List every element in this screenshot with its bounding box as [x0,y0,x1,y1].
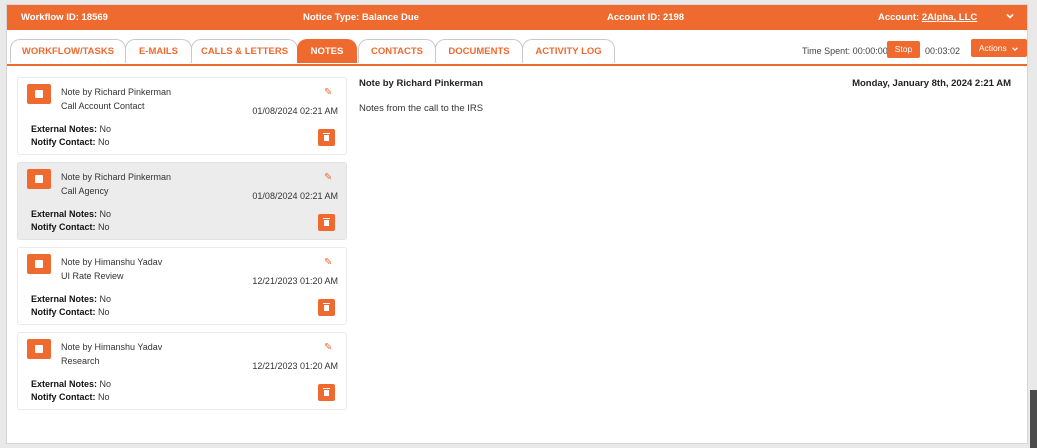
external-notes-label: External Notes: [31,124,98,134]
notify-contact-label: Notify Contact: [31,137,96,147]
note-author: Note by Himanshu Yadav [61,342,163,352]
note-date: 12/21/2023 01:20 AM [252,276,338,286]
note-card[interactable]: Note by Richard Pinkerman Call Account C… [17,77,347,155]
notify-contact-value: No [98,137,110,147]
pencil-icon[interactable]: ✎ [324,87,332,98]
note-subject: Research [61,356,100,366]
external-notes-row: External Notes: No [31,294,111,304]
account-label: Account: [878,12,920,23]
pencil-icon[interactable]: ✎ [324,257,332,268]
notice-type: Notice Type: Balance Due [303,12,419,23]
actions-dropdown-button[interactable]: Actions [971,39,1027,57]
trash-icon[interactable] [318,299,335,316]
time-spent-label: Time Spent: 00:00:00 [802,46,888,56]
external-notes-row: External Notes: No [31,209,111,219]
note-card[interactable]: Note by Richard Pinkerman Call Agency ✎ … [17,162,347,240]
chevron-down-icon[interactable] [1005,11,1015,24]
notify-contact-label: Notify Contact: [31,222,96,232]
workflow-id: Workflow ID: 18569 [21,12,108,23]
tab-workflow-tasks[interactable]: WORKFLOW/TASKS [10,39,126,63]
notify-contact-value: No [98,392,110,402]
workflow-header-bar: Workflow ID: 18569 Notice Type: Balance … [7,5,1027,30]
trash-icon[interactable] [318,129,335,146]
note-author: Note by Richard Pinkerman [61,87,172,97]
tab-contacts[interactable]: CONTACTS [358,39,436,63]
note-detail-date: Monday, January 8th, 2024 2:21 AM [852,78,1011,89]
account-name-group: Account: 2Alpha, LLC [878,12,977,23]
tab-notes[interactable]: NOTES [297,39,357,63]
note-date: 12/21/2023 01:20 AM [252,361,338,371]
workflow-window: Workflow ID: 18569 Notice Type: Balance … [6,4,1028,444]
note-date: 01/08/2024 02:21 AM [252,191,338,201]
tab-activity-log[interactable]: ACTIVITY LOG [522,39,615,63]
trash-icon[interactable] [318,384,335,401]
account-name-link[interactable]: 2Alpha, LLC [922,12,977,23]
tab-emails[interactable]: E-MAILS [125,39,192,63]
elapsed-time: 00:03:02 [925,46,961,56]
account-id: Account ID: 2198 [607,12,685,23]
notify-contact-value: No [98,307,110,317]
external-notes-label: External Notes: [31,294,98,304]
external-notes-value: No [99,124,112,134]
note-date: 01/08/2024 02:21 AM [252,106,338,116]
notify-contact-label: Notify Contact: [31,392,96,402]
note-subject: Call Account Contact [61,101,145,111]
tab-calls-letters[interactable]: CALLS & LETTERS [191,39,298,63]
external-notes-label: External Notes: [31,209,98,219]
scrollbar-thumb[interactable] [1030,390,1037,448]
notify-contact-row: Notify Contact: No [31,222,110,232]
notify-contact-row: Notify Contact: No [31,137,110,147]
trash-icon[interactable] [318,214,335,231]
external-notes-value: No [99,379,112,389]
external-notes-value: No [99,209,112,219]
note-author: Note by Richard Pinkerman [61,172,172,182]
notify-contact-row: Notify Contact: No [31,392,110,402]
notify-contact-label: Notify Contact: [31,307,96,317]
pencil-icon[interactable]: ✎ [324,342,332,353]
external-notes-row: External Notes: No [31,124,111,134]
external-notes-row: External Notes: No [31,379,111,389]
note-subject: Call Agency [61,186,109,196]
chevron-down-icon [1012,47,1018,51]
external-notes-value: No [99,294,112,304]
note-detail-body: Notes from the call to the IRS [359,103,484,114]
notify-contact-row: Notify Contact: No [31,307,110,317]
notify-contact-value: No [98,222,110,232]
actions-label: Actions [978,43,1007,53]
pencil-icon[interactable]: ✎ [324,172,332,183]
external-notes-label: External Notes: [31,379,98,389]
note-subject: UI Rate Review [61,271,124,281]
note-icon [27,84,51,104]
note-icon [27,169,51,189]
tab-documents[interactable]: DOCUMENTS [435,39,523,63]
note-author: Note by Himanshu Yadav [61,257,163,267]
page-scrollbar[interactable] [1030,0,1037,448]
note-card[interactable]: Note by Himanshu Yadav Research ✎ 12/21/… [17,332,347,410]
stop-timer-button[interactable]: Stop [887,41,920,58]
note-icon [27,254,51,274]
note-card[interactable]: Note by Himanshu Yadav UI Rate Review ✎ … [17,247,347,325]
note-icon [27,339,51,359]
note-detail-author: Note by Richard Pinkerman [359,78,484,89]
